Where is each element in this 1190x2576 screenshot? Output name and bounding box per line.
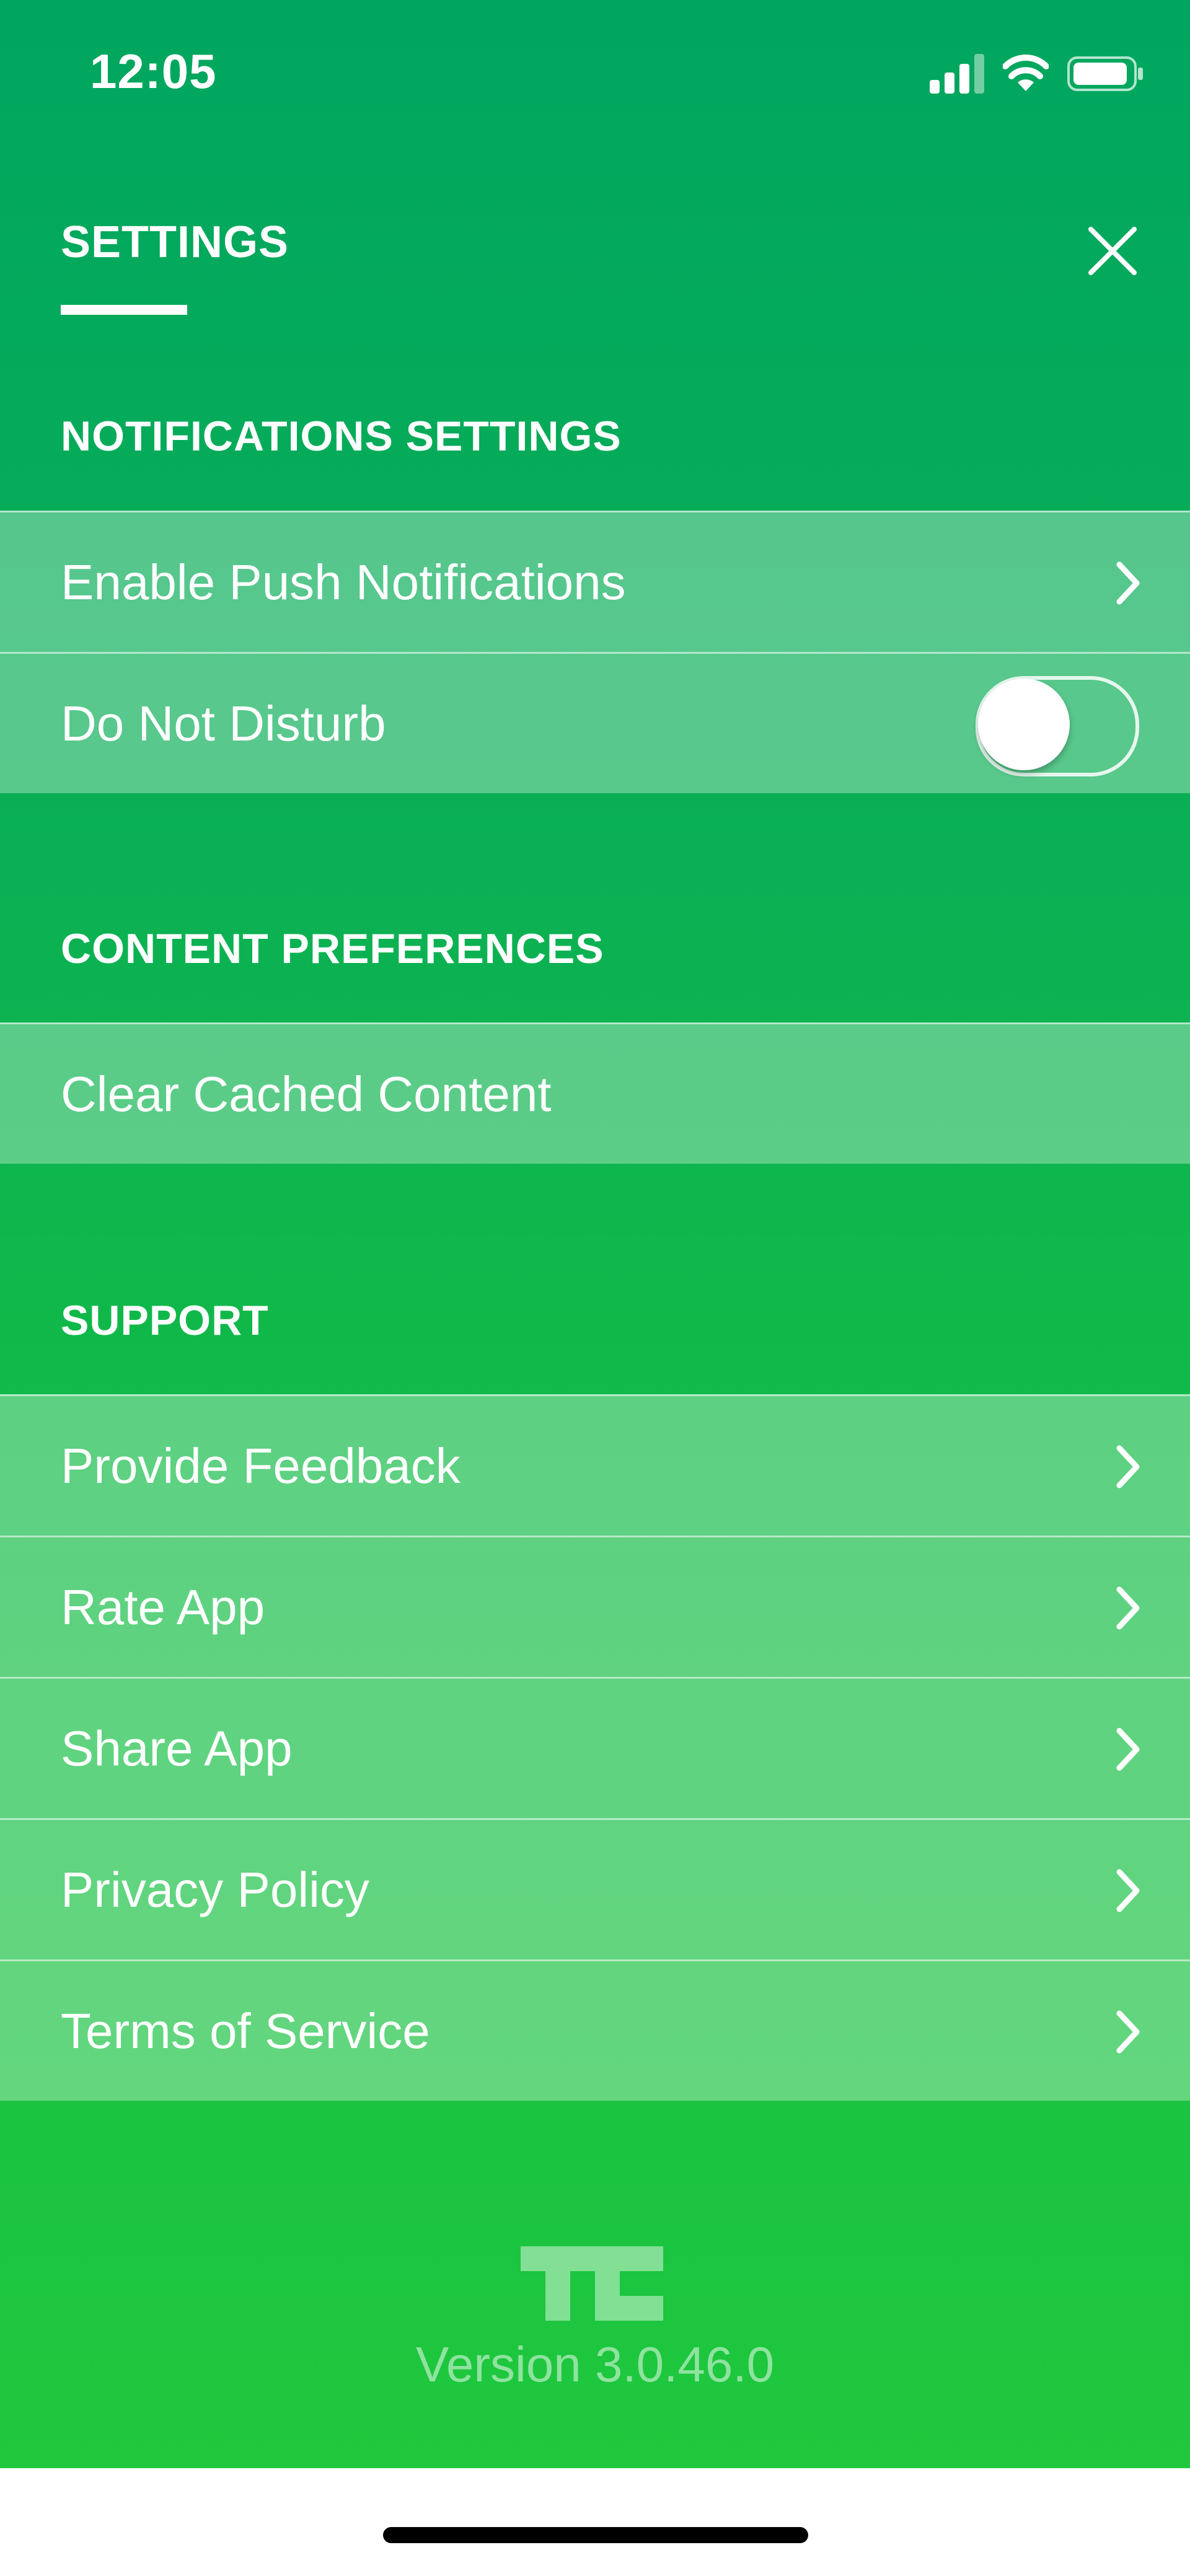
terms-of-service-row[interactable]: Terms of Service <box>0 1959 1190 2101</box>
do-not-disturb-row: Do Not Disturb <box>0 652 1190 793</box>
close-button[interactable] <box>1085 223 1140 279</box>
status-time: 12:05 <box>90 44 217 99</box>
status-icons <box>930 53 1147 96</box>
home-indicator[interactable] <box>383 2527 808 2543</box>
row-label: Privacy Policy <box>61 1862 369 1917</box>
title-underline <box>61 305 187 315</box>
enable-push-notifications-row[interactable]: Enable Push Notifications <box>0 511 1190 652</box>
section-heading-notifications: NOTIFICATIONS SETTINGS <box>61 413 622 460</box>
privacy-policy-row[interactable]: Privacy Policy <box>0 1818 1190 1959</box>
close-icon <box>1088 227 1137 275</box>
row-label: Enable Push Notifications <box>61 554 626 610</box>
settings-screen: 12:05 SETTINGS NOTIFICATIONS SETTINGS En… <box>0 0 1190 2576</box>
header: SETTINGS <box>0 143 1190 366</box>
tc-logo-icon <box>521 2246 663 2321</box>
row-label: Clear Cached Content <box>61 1066 552 1122</box>
provide-feedback-row[interactable]: Provide Feedback <box>0 1394 1190 1536</box>
row-label: Share App <box>61 1720 293 1776</box>
battery-icon <box>1067 56 1143 91</box>
section-heading-content-preferences: CONTENT PREFERENCES <box>61 925 604 972</box>
wifi-icon <box>1003 55 1049 91</box>
status-bar: 12:05 <box>0 0 1190 143</box>
share-app-row[interactable]: Share App <box>0 1677 1190 1818</box>
toggle-knob <box>978 679 1070 770</box>
section-heading-support: SUPPORT <box>61 1297 269 1344</box>
row-label: Provide Feedback <box>61 1438 461 1493</box>
row-label: Rate App <box>61 1579 265 1635</box>
app-version: Version 3.0.46.0 <box>415 2337 775 2392</box>
cellular-signal-icon <box>930 54 984 94</box>
chevron-right-icon <box>1109 1442 1147 1492</box>
row-label: Do Not Disturb <box>61 695 386 751</box>
page-title: SETTINGS <box>61 218 289 267</box>
clear-cached-content-row[interactable]: Clear Cached Content <box>0 1022 1190 1164</box>
chevron-right-icon <box>1109 2007 1147 2057</box>
rate-app-row[interactable]: Rate App <box>0 1536 1190 1677</box>
chevron-right-icon <box>1109 558 1147 608</box>
chevron-right-icon <box>1109 1725 1147 1774</box>
chevron-right-icon <box>1109 1583 1147 1633</box>
row-label: Terms of Service <box>61 2003 430 2059</box>
do-not-disturb-toggle[interactable] <box>976 676 1139 776</box>
chevron-right-icon <box>1109 1866 1147 1915</box>
